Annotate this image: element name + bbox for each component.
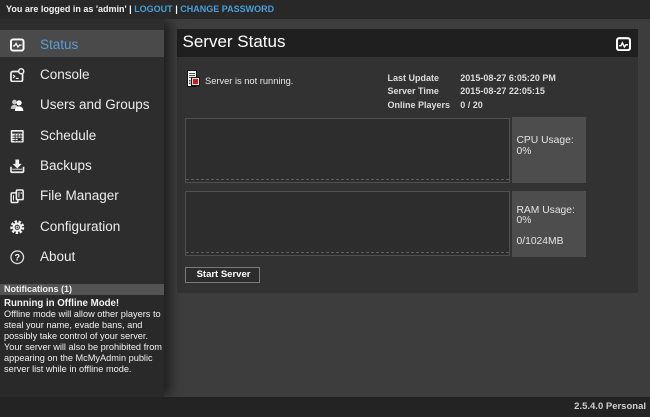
svg-text:?: ?	[14, 253, 20, 263]
